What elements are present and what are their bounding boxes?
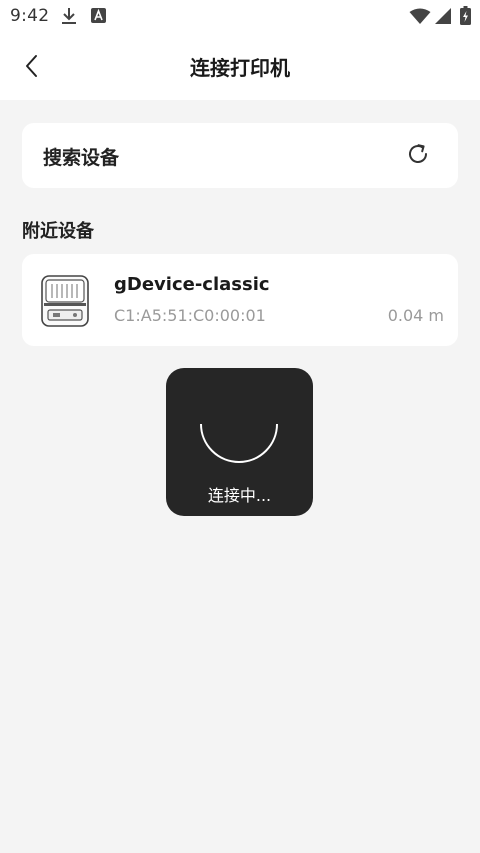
status-bar: 9:42 xyxy=(0,0,480,32)
device-name: gDevice-classic xyxy=(114,274,270,295)
search-devices-label: 搜索设备 xyxy=(43,147,120,169)
signal-icon xyxy=(435,8,452,29)
connecting-label: 连接中... xyxy=(207,486,272,505)
app-header: 连接打印机 xyxy=(0,32,480,100)
refresh-button[interactable] xyxy=(404,142,432,170)
text-a-icon xyxy=(91,8,106,27)
battery-charging-icon xyxy=(460,6,471,29)
loading-spinner-icon xyxy=(199,390,279,470)
device-distance: 0.04 m xyxy=(387,306,444,325)
device-list-item[interactable]: gDevice-classic C1:A5:51:C0:00:01 0.04 m xyxy=(22,254,458,346)
connecting-toast: 连接中... xyxy=(166,368,313,516)
status-time: 9:42 xyxy=(10,6,50,26)
wifi-icon xyxy=(409,8,431,29)
page-title: 连接打印机 xyxy=(190,56,290,80)
refresh-icon xyxy=(405,141,431,171)
device-mac-address: C1:A5:51:C0:00:01 xyxy=(114,306,266,325)
download-icon xyxy=(60,6,78,30)
search-devices-card[interactable]: 搜索设备 xyxy=(22,123,458,188)
nearby-devices-title: 附近设备 xyxy=(22,221,94,242)
printer-icon xyxy=(38,272,92,328)
